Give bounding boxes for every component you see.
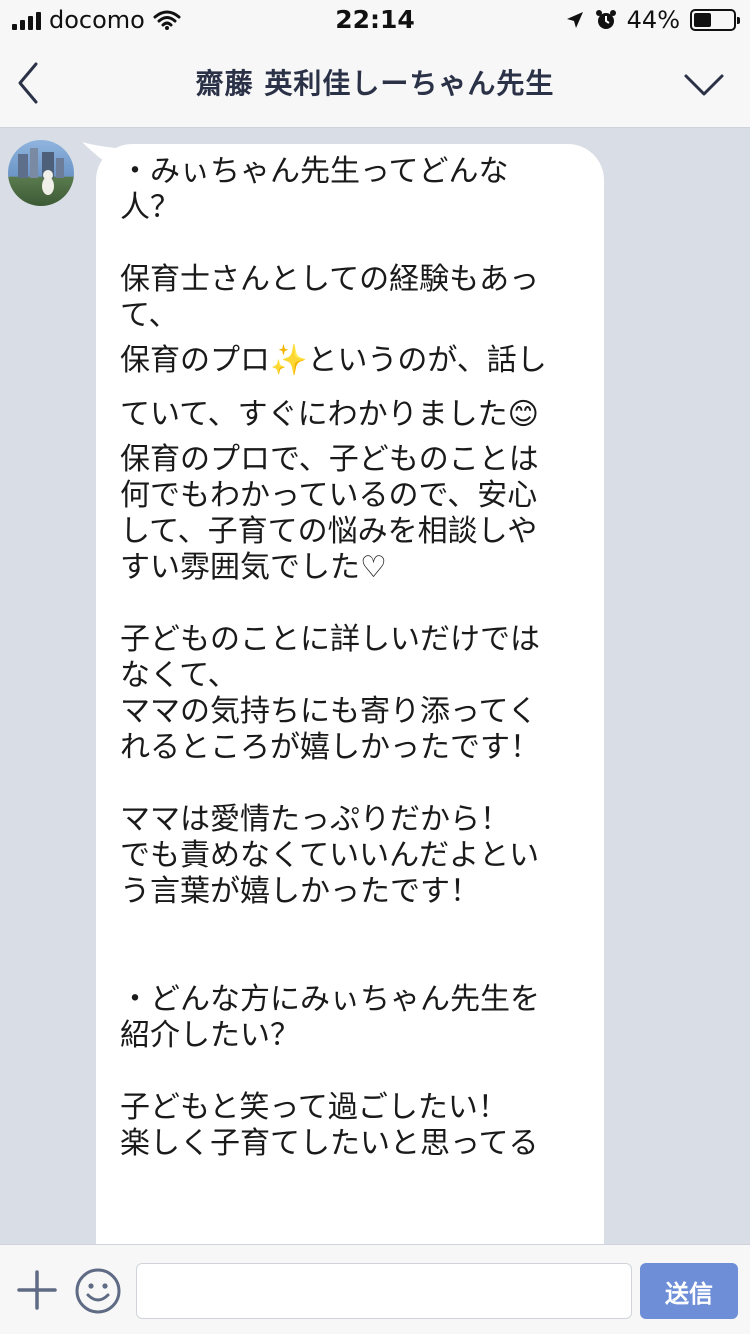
plus-button[interactable] [16, 1269, 58, 1311]
avatar-photo-icon [18, 148, 64, 195]
message-line [120, 226, 580, 262]
message-line: て、 [120, 298, 179, 333]
message-line: ママの気持ちにも寄り添ってく [120, 694, 538, 729]
message-line [120, 586, 580, 622]
message-line: でも責めなくていいんだよとい [120, 838, 540, 873]
message-line: 保育のプロ✨というのが、話し [120, 343, 547, 378]
message-input[interactable] [136, 1263, 632, 1319]
menu-toggle-button[interactable] [682, 68, 726, 102]
message-line: すい雰囲気でした♡ [120, 550, 387, 585]
message-line [120, 1054, 580, 1090]
battery-icon [690, 9, 740, 31]
avatar[interactable] [8, 140, 74, 206]
status-right: 44% [565, 6, 740, 34]
send-button[interactable]: 送信 [640, 1263, 738, 1319]
message-line: 保育士さんとしての経験もあっ [120, 262, 540, 297]
chevron-down-icon [684, 74, 724, 96]
message-line: う言葉が嬉しかったです！ [120, 874, 480, 909]
message-line: ・どんな方にみぃちゃん先生を [120, 982, 540, 1017]
message-line: 紹介したい？ [120, 1018, 300, 1053]
battery-percent: 44% [626, 6, 680, 34]
smiley-icon [75, 1268, 121, 1314]
chat-header: 齋藤 英利佳しーちゃん先生 [0, 40, 750, 128]
message-line: 人？ [120, 190, 180, 225]
location-arrow-icon [566, 12, 583, 28]
message-line: れるところが嬉しかったです！ [120, 730, 540, 765]
message-line: なくて、 [120, 658, 238, 693]
battery-level [694, 13, 711, 27]
message-line: して、子育ての悩みを相談しや [120, 514, 538, 549]
chat-area[interactable]: ・みぃちゃん先生ってどんな 人？ 保育士さんとしての経験もあっ て、保育のプロ✨という… [0, 128, 750, 1244]
status-bar: docomo 22:14 44% [0, 0, 750, 40]
message-line: 保育のプロで、子どものことは [120, 442, 539, 477]
emoji-button[interactable] [74, 1267, 122, 1315]
message-line [120, 766, 580, 802]
message-line [120, 910, 580, 946]
message-line: 何でもわかっているので、安心 [120, 478, 538, 513]
message-line: 楽しく子育てしたいと思ってる [120, 1126, 539, 1161]
message-line: ていて、すぐにわかりました😊 [120, 397, 539, 432]
chat-title: 齋藤 英利佳しーちゃん先生 [195, 67, 555, 100]
message-line: 子どもと笑って過ごしたい！ [120, 1090, 508, 1125]
input-bar: 送信 [0, 1244, 750, 1334]
message-line: ・みぃちゃん先生ってどんな [120, 154, 509, 189]
message-line [120, 946, 580, 982]
plus-icon [17, 1270, 57, 1310]
message-line: 子どものことに詳しいだけでは [120, 622, 540, 657]
message-text: ・みぃちゃん先生ってどんな 人？ 保育士さんとしての経験もあっ て、保育のプロ✨という… [120, 154, 580, 1162]
message-line: ママは愛情たっぷりだから！ [120, 802, 510, 837]
alarm-clock-icon [595, 10, 616, 29]
